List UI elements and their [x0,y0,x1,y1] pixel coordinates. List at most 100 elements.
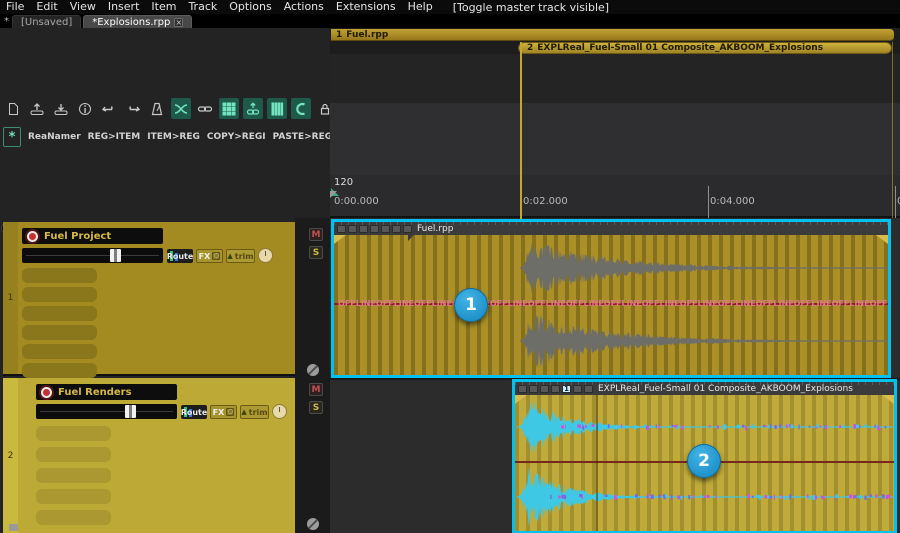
volume-handle[interactable] [125,405,136,418]
track-2-pan-knob[interactable] [272,404,287,419]
item-1-waveform-area[interactable]: OFFLINEOFFLINEOFFLINEOFFLINEOFFLINEOFFLI… [334,235,888,375]
project-info-icon[interactable] [75,98,95,119]
undo-icon[interactable] [99,98,119,119]
track-1-trim-button[interactable]: ▲trim [226,249,255,263]
menu-edit[interactable]: Edit [30,0,63,14]
fx-lane-slot[interactable] [22,325,97,340]
menu-view[interactable]: View [64,0,102,14]
tab-explosions[interactable]: *Explosions.rpp × [83,15,192,28]
metronome-icon[interactable] [147,98,167,119]
track-2-trim-button[interactable]: ▲trim [240,405,269,419]
fx-lane-slot[interactable] [36,447,111,462]
auto-crossfade-icon[interactable] [171,98,191,119]
item-fx-icon[interactable] [392,225,401,233]
region-2-label: EXPLReal_Fuel-Small 01 Composite_AKBOOM_… [537,43,823,53]
active-take-badge[interactable]: 1 [562,385,571,393]
fx-lane-slot[interactable] [22,306,97,321]
item-group-icon[interactable] [403,225,412,233]
item-mute-icon[interactable] [529,385,538,393]
save-project-icon[interactable] [51,98,71,119]
fade-in-handle[interactable] [334,235,346,244]
toolbar-button-reg-item[interactable]: REG>ITEM [88,132,141,142]
tempo-marker[interactable]: 120 [334,177,353,188]
item-notes-icon[interactable] [540,385,549,393]
folder-collapse-button[interactable] [9,524,18,531]
track-1-mute-button[interactable]: M [309,228,323,241]
item-mute-icon[interactable] [348,225,357,233]
item-props-icon[interactable] [551,385,560,393]
region-2-bar[interactable]: 2 EXPLReal_Fuel-Small 01 Composite_AKBOO… [518,42,892,54]
region-1-bar[interactable]: 1 Fuel.rpp [331,29,894,41]
menu-actions[interactable]: Actions [278,0,330,14]
redo-icon[interactable] [123,98,143,119]
item-1-header[interactable]: Fuel.rpp [334,222,888,235]
item-lock-icon[interactable] [337,225,346,233]
fx-lane-slot[interactable] [36,489,111,504]
fade-out-handle[interactable] [876,235,888,244]
open-project-icon[interactable] [27,98,47,119]
fade-in-handle[interactable] [515,395,527,404]
tab-close-icon[interactable]: × [174,18,183,27]
record-arm-icon[interactable] [41,387,52,398]
timeline-ruler[interactable]: 120 0:00.0000:02.0000:04.0000:06.000 [330,175,900,218]
track-2-phase-button[interactable] [307,518,319,530]
menu-insert[interactable]: Insert [102,0,146,14]
track-1-route-button[interactable]: Route [167,249,193,263]
snap-spacing-icon[interactable] [267,98,287,119]
item-grouping-icon[interactable] [195,98,215,119]
track-1-pan-knob[interactable] [258,248,273,263]
toolbar-button-item-reg[interactable]: ITEM>REG [147,132,200,142]
track-1-phase-button[interactable] [307,364,319,376]
fx-lane-slot[interactable] [36,510,111,525]
region-1-label: Fuel.rpp [346,30,388,40]
fx-power-icon[interactable]: ○ [226,408,234,416]
group-link-icon[interactable] [243,98,263,119]
fx-lane-slot[interactable] [36,426,111,441]
menu-help[interactable]: Help [402,0,439,14]
track-2-name-box[interactable]: Fuel Renders [36,384,177,400]
fx-lane-slot[interactable] [22,268,97,283]
tab-unsaved[interactable]: [Unsaved] [12,15,81,28]
track-1-fx-button[interactable]: FX○ [196,249,223,263]
media-item-fuel-rpp[interactable]: Fuel.rpp OFFLINEOFFLINEOFFLINEOFFLINEOFF… [331,219,891,378]
track-1-number[interactable]: 1 [3,222,18,374]
track-2-fx-button[interactable]: FX○ [210,405,237,419]
fx-lane-slot[interactable] [22,287,97,302]
track-2-lanes [36,426,111,531]
track-2-solo-button[interactable]: S [309,401,323,414]
track-2-route-button[interactable]: Route [181,405,207,419]
track-2-volume-slider[interactable] [36,404,177,419]
track-1-name-box[interactable]: Fuel Project [22,228,163,244]
action-star-icon[interactable]: * [3,127,21,147]
item-lock-icon[interactable] [518,385,527,393]
toggle-master-track-label[interactable]: [Toggle master track visible] [439,1,609,14]
item-group-icon[interactable] [584,385,593,393]
record-arm-icon[interactable] [27,231,38,242]
track-2-mute-button[interactable]: M [309,383,323,396]
magnet-snap-icon[interactable] [291,98,311,119]
menu-file[interactable]: File [0,0,30,14]
item-2-header[interactable]: 1 EXPLReal_Fuel-Small 01 Composite_AKBOO… [515,382,894,395]
item-notes-icon[interactable] [359,225,368,233]
fx-lane-slot[interactable] [22,344,97,359]
item-props-icon[interactable] [370,225,379,233]
track-1-volume-slider[interactable] [22,248,163,263]
volume-handle[interactable] [110,249,121,262]
menu-extensions[interactable]: Extensions [330,0,402,14]
toolbar-button-paste-reg[interactable]: PASTE>REG [273,132,333,142]
item-env-icon[interactable] [381,225,390,233]
item-fx-icon[interactable] [573,385,582,393]
fade-out-handle[interactable] [882,395,894,404]
grid-icon[interactable] [219,98,239,119]
toolbar-button-copy-regi[interactable]: COPY>REGI [207,132,266,142]
fx-lane-slot[interactable] [36,468,111,483]
menu-item[interactable]: Item [145,0,182,14]
menu-track[interactable]: Track [182,0,223,14]
fx-lane-slot[interactable] [22,363,97,378]
toolbar-button-reanamer[interactable]: ReaNamer [28,132,81,142]
menu-options[interactable]: Options [223,0,277,14]
track-1-solo-button[interactable]: S [309,246,323,259]
new-project-icon[interactable] [3,98,23,119]
fx-power-icon[interactable]: ○ [212,252,220,260]
track-2-number[interactable]: 2 [3,378,18,533]
